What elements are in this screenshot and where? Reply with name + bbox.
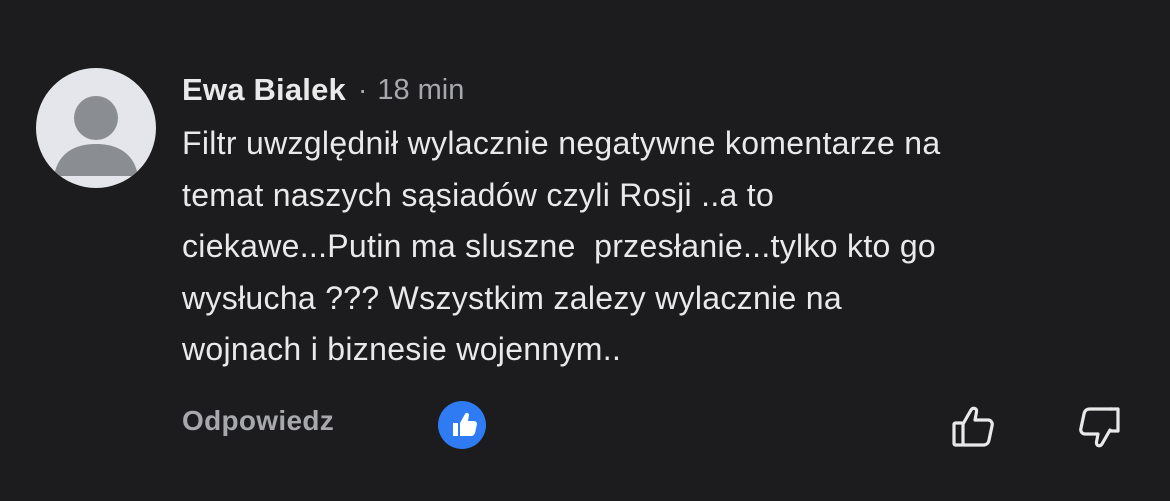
comment-text-line: wojnach i biznesie wojennym..	[182, 331, 622, 367]
comment: Ewa Bialek · 18 min Filtr uwzględnił wyl…	[0, 0, 1170, 501]
comment-text: Filtr uwzględnił wylacznie negatywne kom…	[182, 118, 1157, 376]
thumbs-down-outline-icon	[1079, 407, 1120, 448]
like-reaction-badge[interactable]	[438, 401, 486, 449]
comment-header: Ewa Bialek · 18 min	[182, 70, 464, 110]
like-reaction-icon	[453, 412, 477, 436]
comment-text-line: wysłucha ??? Wszystkim zalezy wylacznie …	[182, 279, 842, 316]
default-profile-icon	[54, 96, 138, 176]
comment-text-line: ciekawe...Putin ma sluszne przesłanie...…	[182, 228, 937, 264]
author-name[interactable]: Ewa Bialek	[182, 72, 346, 108]
separator-dot: ·	[357, 74, 368, 105]
reply-button[interactable]: Odpowiedz	[182, 405, 334, 437]
comment-text-line: temat naszych sąsiadów czyli Rosji ..a t…	[182, 176, 775, 213]
comment-text-line: Filtr uwzględnił wylacznie negatywne kom…	[182, 125, 941, 161]
avatar[interactable]	[36, 68, 156, 188]
thumbs-up-button[interactable]	[948, 402, 998, 452]
thumbs-up-outline-icon	[952, 406, 994, 447]
timestamp[interactable]: 18 min	[377, 74, 464, 107]
thumbs-down-button[interactable]	[1075, 402, 1125, 452]
